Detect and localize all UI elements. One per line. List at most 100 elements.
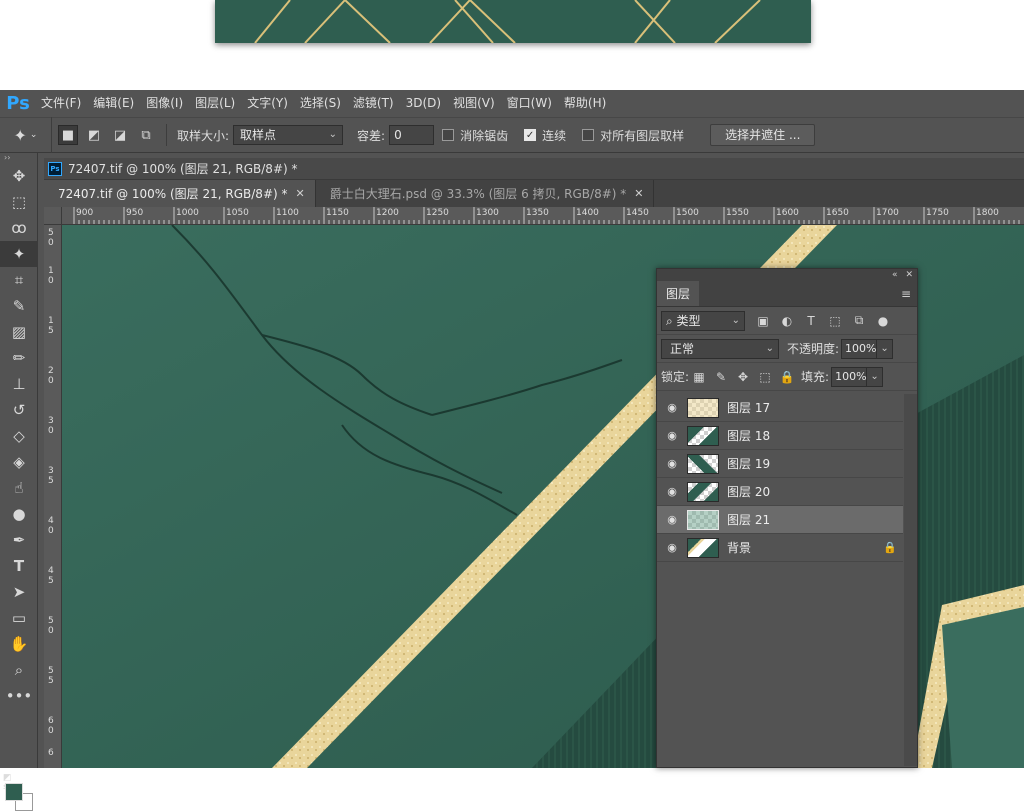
close-icon[interactable]: ✕ xyxy=(634,187,643,200)
filter-adjustment-icon[interactable]: ◐ xyxy=(779,313,795,329)
menu-window[interactable]: 窗口(W) xyxy=(502,90,557,117)
panel-menu-icon[interactable]: ≡ xyxy=(901,281,917,306)
stamp-tool[interactable]: ⊥ xyxy=(0,371,38,397)
menu-3d[interactable]: 3D(D) xyxy=(401,90,446,117)
document-title-bar[interactable]: Ps 72407.tif @ 100% (图层 21, RGB/8#) * xyxy=(44,158,1024,180)
tab-72407[interactable]: 72407.tif @ 100% (图层 21, RGB/8#) * ✕ xyxy=(44,180,316,207)
lock-artboard-icon[interactable]: ⬚ xyxy=(757,369,773,385)
menu-file[interactable]: 文件(F) xyxy=(36,90,86,117)
intersect-selection-button[interactable]: ⧉ xyxy=(136,125,156,145)
tab-layers[interactable]: 图层 xyxy=(657,281,700,306)
visibility-eye-icon[interactable]: ◉ xyxy=(657,401,687,414)
sample-size-select[interactable]: 取样点 ⌄ xyxy=(233,125,344,145)
close-icon[interactable]: ✕ xyxy=(296,187,305,200)
visibility-eye-icon[interactable]: ◉ xyxy=(657,513,687,526)
menu-filter[interactable]: 滤镜(T) xyxy=(348,90,399,117)
ruler-label: 1750 xyxy=(926,208,949,218)
sample-all-layers-checkbox[interactable] xyxy=(582,129,595,141)
stamp-icon: ⊥ xyxy=(12,375,26,393)
layer-row-17[interactable]: ◉ 图层 17 xyxy=(657,394,903,422)
history-brush-tool[interactable]: ↺ xyxy=(0,397,38,423)
eyedropper-tool[interactable]: ✎ xyxy=(0,293,38,319)
contiguous-checkbox[interactable]: ✓ xyxy=(524,129,537,141)
horizontal-ruler[interactable]: 900 950 1000 1050 1100 1150 1200 1250 13… xyxy=(62,207,1024,225)
collapse-panel-icon[interactable]: « xyxy=(892,270,898,280)
panel-tabs: 图层 ≡ xyxy=(657,281,917,307)
blend-mode-select[interactable]: 正常 ⌄ xyxy=(661,338,779,359)
layer-row-21[interactable]: ◉ 图层 21 xyxy=(657,506,903,534)
eraser-tool[interactable]: ◇ xyxy=(0,423,38,449)
vertical-ruler[interactable]: 5 0 1 0 1 5 2 0 3 0 3 5 4 0 4 5 5 0 5 5 … xyxy=(44,225,62,768)
filter-shape-icon[interactable]: ⬚ xyxy=(827,313,843,329)
healing-tool[interactable]: ▨ xyxy=(0,319,38,345)
layers-scrollbar[interactable] xyxy=(904,394,917,766)
visibility-eye-icon[interactable]: ◉ xyxy=(657,457,687,470)
filter-smart-object-icon[interactable]: ⧉ xyxy=(851,313,867,329)
menu-view[interactable]: 视图(V) xyxy=(448,90,500,117)
pen-tool[interactable]: ✒ xyxy=(0,527,38,553)
more-tools[interactable]: ••• xyxy=(0,683,38,709)
hand-tool[interactable]: ✋ xyxy=(0,631,38,657)
antialias-option[interactable]: 消除锯齿 xyxy=(442,127,512,144)
sample-all-layers-option[interactable]: 对所有图层取样 xyxy=(582,127,688,144)
contiguous-option[interactable]: ✓ 连续 xyxy=(524,127,570,144)
smudge-icon: ☝ xyxy=(14,479,24,497)
panel-header: « ✕ xyxy=(657,269,917,281)
brush-tool[interactable]: ✏ xyxy=(0,345,38,371)
type-tool[interactable]: T xyxy=(0,553,38,579)
layer-row-20[interactable]: ◉ 图层 20 xyxy=(657,478,903,506)
subtract-selection-button[interactable]: ◪ xyxy=(110,125,130,145)
opacity-input[interactable]: 100% xyxy=(841,338,878,359)
menu-type[interactable]: 文字(Y) xyxy=(242,90,293,117)
filter-pixel-icon[interactable]: ▣ xyxy=(755,313,771,329)
fill-input[interactable]: 100% xyxy=(831,366,868,387)
visibility-eye-icon[interactable]: ◉ xyxy=(657,485,687,498)
zoom-tool[interactable]: ⌕ xyxy=(0,657,38,683)
tab-marble-psd[interactable]: 爵士白大理石.psd @ 33.3% (图层 6 拷贝, RGB/8#) * ✕ xyxy=(315,180,655,207)
foreground-color[interactable] xyxy=(5,783,23,801)
filter-type-icon[interactable]: T xyxy=(803,313,819,329)
filter-toggle-icon[interactable]: ● xyxy=(875,313,891,329)
opacity-chevron-icon[interactable]: ⌄ xyxy=(877,338,894,359)
new-selection-button[interactable]: ■ xyxy=(58,125,78,145)
ruler-corner[interactable] xyxy=(44,207,62,225)
dodge-tool[interactable]: ● xyxy=(0,501,38,527)
menu-image[interactable]: 图像(I) xyxy=(141,90,188,117)
antialias-checkbox[interactable] xyxy=(442,129,455,141)
lock-image-icon[interactable]: ✎ xyxy=(713,369,729,385)
lasso-tool[interactable]: ꝏ xyxy=(0,215,38,241)
intersect-selection-icon: ⧉ xyxy=(141,127,151,143)
add-selection-button[interactable]: ◩ xyxy=(84,125,104,145)
lock-position-icon[interactable]: ✥ xyxy=(735,369,751,385)
layer-filter-select[interactable]: ⌕ 类型 ⌄ xyxy=(661,310,745,331)
collapse-icon[interactable]: ›› xyxy=(0,153,37,163)
smudge-tool[interactable]: ☝ xyxy=(0,475,38,501)
tool-preset-picker[interactable]: ✦ ⌄ xyxy=(0,117,52,153)
crop-tool[interactable]: ⌗ xyxy=(0,267,38,293)
menu-edit[interactable]: 编辑(E) xyxy=(88,90,139,117)
lock-all-icon[interactable]: 🔒 xyxy=(779,369,795,385)
visibility-eye-icon[interactable]: ◉ xyxy=(657,429,687,442)
layer-row-19[interactable]: ◉ 图层 19 xyxy=(657,450,903,478)
visibility-eye-icon[interactable]: ◉ xyxy=(657,541,687,554)
fill-chevron-icon[interactable]: ⌄ xyxy=(867,366,884,387)
magic-wand-tool[interactable]: ✦ xyxy=(0,241,38,267)
select-and-mask-button[interactable]: 选择并遮住 ... xyxy=(710,124,816,146)
sample-size-label: 取样大小: xyxy=(177,128,230,143)
menu-select[interactable]: 选择(S) xyxy=(295,90,346,117)
lock-transparent-icon[interactable]: ▦ xyxy=(691,369,707,385)
path-selection-tool[interactable]: ➤ xyxy=(0,579,38,605)
tolerance-input[interactable]: 0 xyxy=(389,125,435,145)
menu-help[interactable]: 帮助(H) xyxy=(559,90,611,117)
layer-row-18[interactable]: ◉ 图层 18 xyxy=(657,422,903,450)
menu-layer[interactable]: 图层(L) xyxy=(190,90,240,117)
marquee-tool[interactable]: ⬚ xyxy=(0,189,38,215)
move-tool[interactable]: ✥ xyxy=(0,163,38,189)
layer-row-background[interactable]: ◉ 背景 🔒 xyxy=(657,534,903,562)
layer-name: 图层 21 xyxy=(727,513,771,527)
photoshop-window: Ps 文件(F) 编辑(E) 图像(I) 图层(L) 文字(Y) 选择(S) 滤… xyxy=(0,90,1024,811)
paint-bucket-tool[interactable]: ◈ xyxy=(0,449,38,475)
rectangle-tool[interactable]: ▭ xyxy=(0,605,38,631)
layer-thumbnail xyxy=(687,537,719,558)
close-panel-icon[interactable]: ✕ xyxy=(905,270,913,280)
